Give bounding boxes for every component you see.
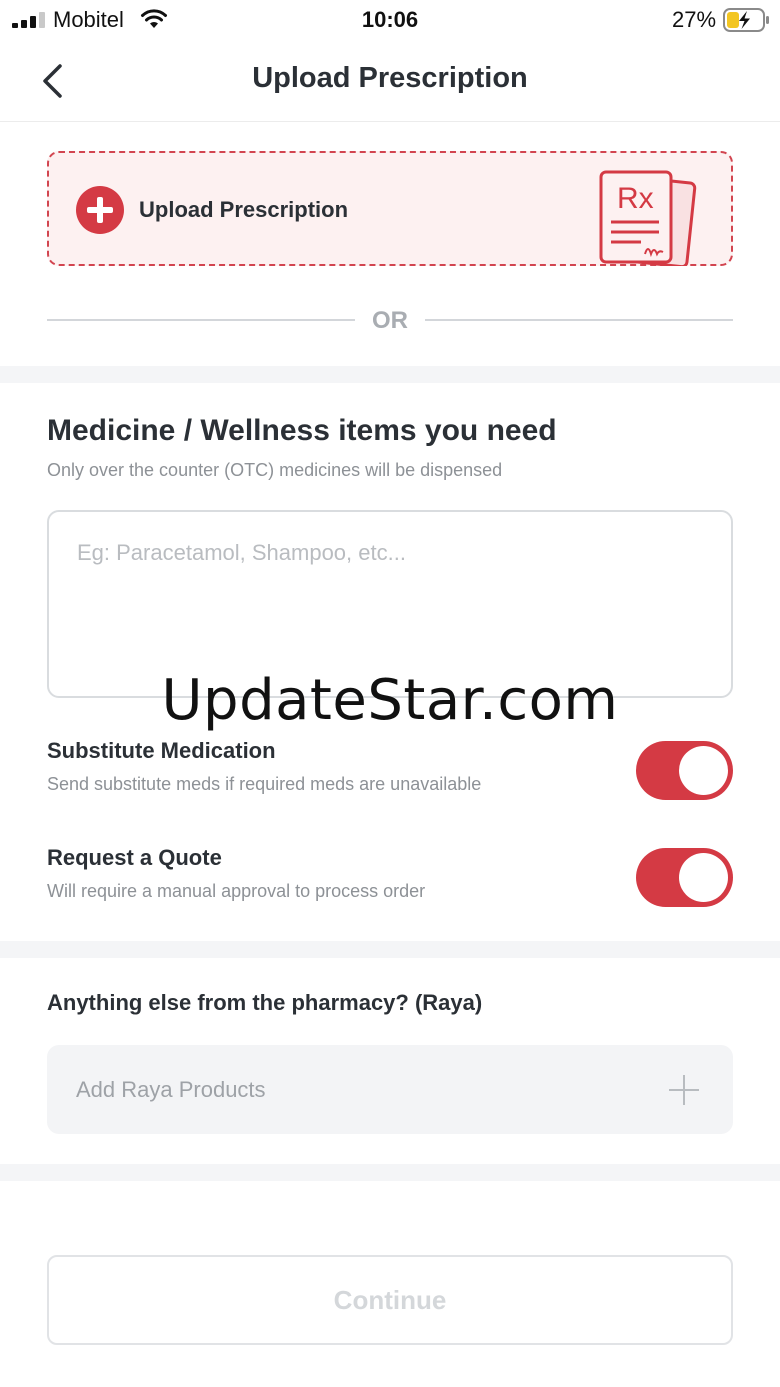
divider-line bbox=[47, 319, 355, 321]
request-quote-title: Request a Quote bbox=[47, 845, 222, 870]
plus-icon bbox=[669, 1075, 699, 1105]
status-time: 10:06 bbox=[361, 7, 419, 32]
or-divider: OR bbox=[47, 306, 733, 334]
battery-charging-icon bbox=[723, 8, 769, 32]
battery-percent: 27% bbox=[672, 7, 717, 32]
substitute-medication-toggle[interactable] bbox=[636, 741, 733, 800]
plus-circle-icon bbox=[76, 186, 124, 234]
medicine-section-subtitle: Only over the counter (OTC) medicines wi… bbox=[47, 460, 503, 480]
page-title: Upload Prescription bbox=[252, 62, 528, 94]
request-quote-toggle[interactable] bbox=[636, 848, 733, 907]
or-text: OR bbox=[372, 307, 408, 334]
toggle-knob bbox=[679, 853, 728, 902]
medicine-section-title: Medicine / Wellness items you need bbox=[47, 414, 557, 447]
upload-prescription-button[interactable]: Upload Prescription Rx bbox=[47, 151, 733, 266]
request-quote-description: Will require a manual approval to proces… bbox=[47, 881, 426, 901]
add-raya-products-button[interactable]: Add Raya Products bbox=[47, 1045, 733, 1134]
section-separator bbox=[0, 1164, 780, 1181]
toggle-knob bbox=[679, 746, 728, 795]
medicine-items-input[interactable] bbox=[47, 510, 733, 698]
substitute-medication-description: Send substitute meds if required meds ar… bbox=[47, 774, 482, 794]
divider-line bbox=[425, 319, 733, 321]
pharmacy-extras-title: Anything else from the pharmacy? (Raya) bbox=[47, 990, 483, 1015]
add-raya-products-label: Add Raya Products bbox=[76, 1077, 266, 1102]
section-separator bbox=[0, 366, 780, 383]
continue-button[interactable]: Continue bbox=[47, 1255, 733, 1345]
upload-prescription-label: Upload Prescription bbox=[139, 197, 349, 222]
substitute-medication-title: Substitute Medication bbox=[47, 738, 276, 763]
rx-document-icon: Rx bbox=[599, 170, 697, 266]
nav-header: Upload Prescription bbox=[0, 40, 780, 122]
rx-text: Rx bbox=[617, 182, 654, 215]
section-separator bbox=[0, 941, 780, 958]
status-bar: Mobitel 10:06 27% bbox=[0, 0, 780, 40]
